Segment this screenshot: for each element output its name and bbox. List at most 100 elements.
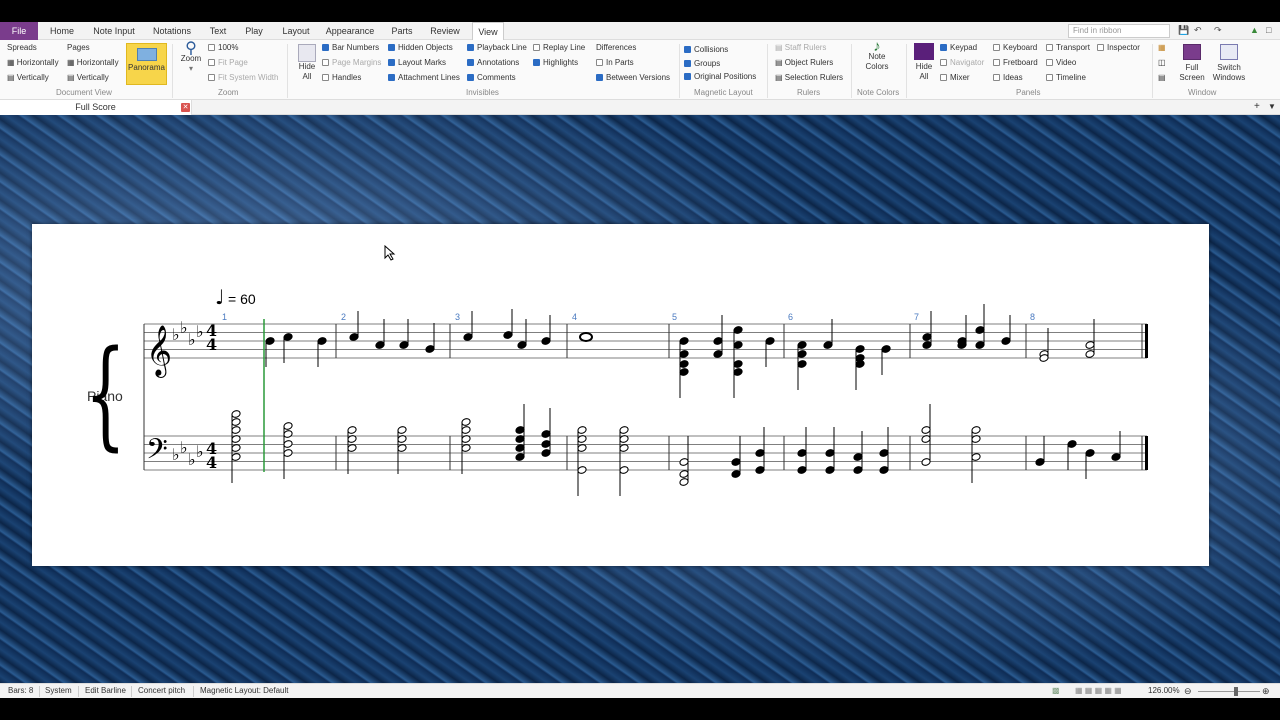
tempo-mark[interactable]: = 60 bbox=[228, 291, 256, 307]
staff-rulers-button[interactable]: ▤ Staff Rulers bbox=[775, 43, 826, 53]
switch-windows-button[interactable]: Switch Windows bbox=[1210, 44, 1248, 83]
bar-number[interactable]: 2 bbox=[341, 312, 346, 322]
annotations-checkbox[interactable]: Annotations bbox=[467, 58, 519, 68]
final-barline-thick[interactable] bbox=[1145, 436, 1148, 470]
pages-vertically-button[interactable]: ▤ Vertically bbox=[67, 73, 109, 83]
view-mode-icon[interactable]: ▦ ▦ ▦ ▦ ▦ bbox=[1075, 686, 1122, 695]
tab-parts[interactable]: Parts bbox=[384, 22, 420, 40]
tab-play[interactable]: Play bbox=[240, 22, 268, 40]
tab-menu-icon[interactable]: ▼ bbox=[1268, 102, 1276, 112]
bar-number[interactable]: 6 bbox=[788, 312, 793, 322]
key-signature-flat[interactable]: ♭ bbox=[180, 438, 188, 457]
full-screen-button[interactable]: Full Screen bbox=[1176, 44, 1208, 83]
spreads-horizontally-button[interactable]: ▦ Horizontally bbox=[7, 58, 59, 68]
status-system[interactable]: System bbox=[45, 686, 72, 695]
treble-clef[interactable]: 𝄞 bbox=[146, 325, 172, 378]
comments-checkbox[interactable]: Comments bbox=[467, 73, 516, 83]
time-signature-denominator[interactable]: 4 bbox=[206, 335, 217, 354]
bar-number[interactable]: 5 bbox=[672, 312, 677, 322]
collapse-ribbon-icon[interactable]: ▲ bbox=[1250, 25, 1259, 35]
replay-line-checkbox[interactable]: Replay Line bbox=[533, 43, 585, 53]
panorama-button[interactable]: Panorama bbox=[126, 43, 167, 85]
whole-note[interactable] bbox=[579, 332, 593, 342]
hide-all-panels-button[interactable]: Hide All bbox=[912, 43, 936, 82]
find-in-ribbon-input[interactable]: Find in ribbon bbox=[1068, 24, 1170, 38]
zoom-slider-handle[interactable] bbox=[1234, 687, 1238, 696]
note-colors-button[interactable]: ♪ Note Colors bbox=[860, 39, 894, 72]
window-split-icon[interactable]: ◫ bbox=[1158, 58, 1166, 68]
selection-rulers-button[interactable]: ▤ Selection Rulers bbox=[775, 73, 843, 83]
collisions-checkbox[interactable]: Collisions bbox=[684, 45, 728, 55]
inspector-checkbox[interactable]: Inspector bbox=[1097, 43, 1140, 53]
tab-layout[interactable]: Layout bbox=[276, 22, 316, 40]
concert-pitch-toggle[interactable]: Concert pitch bbox=[138, 686, 185, 695]
video-checkbox[interactable]: Video bbox=[1046, 58, 1076, 68]
bar-number[interactable]: 3 bbox=[455, 312, 460, 322]
time-signature-denominator[interactable]: 4 bbox=[206, 453, 217, 472]
groups-checkbox[interactable]: Groups bbox=[684, 59, 720, 69]
tab-full-score[interactable]: Full Score bbox=[0, 100, 192, 115]
tab-view[interactable]: View bbox=[472, 22, 504, 40]
key-signature-flat[interactable]: ♭ bbox=[172, 325, 180, 344]
navigator-checkbox[interactable]: Navigator bbox=[940, 58, 984, 68]
object-rulers-button[interactable]: ▤ Object Rulers bbox=[775, 58, 833, 68]
score-system[interactable]: ♩ = 60 Piano { 𝄞 𝄢 ♭ ♭ ♭ ♭ ♭ ♭ ♭ ♭ 4 4 4… bbox=[32, 224, 1209, 566]
fit-page-button[interactable]: Fit Page bbox=[208, 58, 248, 68]
bar-number[interactable]: 4 bbox=[572, 312, 577, 322]
tab-file[interactable]: File bbox=[0, 22, 38, 40]
key-signature-flat[interactable]: ♭ bbox=[188, 330, 196, 349]
key-signature-flat[interactable]: ♭ bbox=[196, 442, 204, 461]
hidden-objects-checkbox[interactable]: Hidden Objects bbox=[388, 43, 453, 53]
fit-system-width-button[interactable]: Fit System Width bbox=[208, 73, 278, 83]
zoom-100-button[interactable]: 100% bbox=[208, 43, 238, 53]
key-signature-flat[interactable]: ♭ bbox=[196, 322, 204, 341]
bar-number[interactable]: 1 bbox=[222, 312, 227, 322]
fretboard-checkbox[interactable]: Fretboard bbox=[993, 58, 1038, 68]
keypad-checkbox[interactable]: Keypad bbox=[940, 43, 977, 53]
handles-checkbox[interactable]: Handles bbox=[322, 73, 361, 83]
window-layout-icon[interactable]: ▦ bbox=[1158, 43, 1166, 53]
original-positions-checkbox[interactable]: Original Positions bbox=[684, 72, 756, 82]
window-stack-icon[interactable]: ▤ bbox=[1158, 73, 1166, 83]
add-tab-icon[interactable]: + bbox=[1254, 102, 1260, 112]
timeline-checkbox[interactable]: Timeline bbox=[1046, 73, 1086, 83]
score-page[interactable]: ♩ = 60 Piano { 𝄞 𝄢 ♭ ♭ ♭ ♭ ♭ ♭ ♭ ♭ 4 4 4… bbox=[32, 224, 1209, 566]
score-canvas[interactable]: ♩ = 60 Piano { 𝄞 𝄢 ♭ ♭ ♭ ♭ ♭ ♭ ♭ ♭ 4 4 4… bbox=[0, 115, 1280, 683]
zoom-level[interactable]: 126.00% bbox=[1148, 686, 1180, 695]
bar-number[interactable]: 8 bbox=[1030, 312, 1035, 322]
bar-number[interactable]: 7 bbox=[914, 312, 919, 322]
tab-appearance[interactable]: Appearance bbox=[324, 22, 376, 40]
tab-home[interactable]: Home bbox=[44, 22, 80, 40]
bass-clef[interactable]: 𝄢 bbox=[146, 433, 168, 473]
undo-icon[interactable]: ↶ bbox=[1194, 25, 1202, 36]
status-edit-barline[interactable]: Edit Barline bbox=[85, 686, 126, 695]
transport-checkbox[interactable]: Transport bbox=[1046, 43, 1090, 53]
key-signature-flat[interactable]: ♭ bbox=[180, 318, 188, 337]
status-lock-icon[interactable]: ▩ bbox=[1052, 686, 1060, 695]
bar-numbers-checkbox[interactable]: Bar Numbers bbox=[322, 43, 379, 53]
in-parts-checkbox[interactable]: In Parts bbox=[596, 58, 634, 68]
save-icon[interactable]: 💾 bbox=[1178, 25, 1189, 36]
final-barline-thick[interactable] bbox=[1145, 324, 1148, 358]
tab-review[interactable]: Review bbox=[426, 22, 464, 40]
help-icon[interactable]: □ bbox=[1266, 25, 1271, 35]
redo-icon[interactable]: ↷ bbox=[1214, 25, 1222, 36]
mixer-checkbox[interactable]: Mixer bbox=[940, 73, 970, 83]
between-versions-checkbox[interactable]: Between Versions bbox=[596, 73, 670, 83]
key-signature-flat[interactable]: ♭ bbox=[172, 445, 180, 464]
close-tab-icon[interactable]: ✕ bbox=[181, 103, 190, 112]
key-signature-flat[interactable]: ♭ bbox=[188, 450, 196, 469]
zoom-button[interactable]: ⚲ Zoom ▾ bbox=[180, 41, 202, 74]
hide-all-invisibles-button[interactable]: Hide All bbox=[296, 44, 318, 82]
ideas-checkbox[interactable]: Ideas bbox=[993, 73, 1023, 83]
attachment-lines-checkbox[interactable]: Attachment Lines bbox=[388, 73, 460, 83]
tab-text[interactable]: Text bbox=[204, 22, 232, 40]
pages-horizontally-button[interactable]: ▦ Horizontally bbox=[67, 58, 119, 68]
page-margins-checkbox[interactable]: Page Margins bbox=[322, 58, 381, 68]
tab-notations[interactable]: Notations bbox=[148, 22, 196, 40]
zoom-in-icon[interactable]: ⊕ bbox=[1262, 686, 1270, 697]
spreads-vertically-button[interactable]: ▤ Vertically bbox=[7, 73, 49, 83]
magnetic-layout-status[interactable]: Magnetic Layout: Default bbox=[200, 686, 289, 695]
tab-note-input[interactable]: Note Input bbox=[88, 22, 140, 40]
zoom-slider[interactable] bbox=[1198, 691, 1260, 692]
